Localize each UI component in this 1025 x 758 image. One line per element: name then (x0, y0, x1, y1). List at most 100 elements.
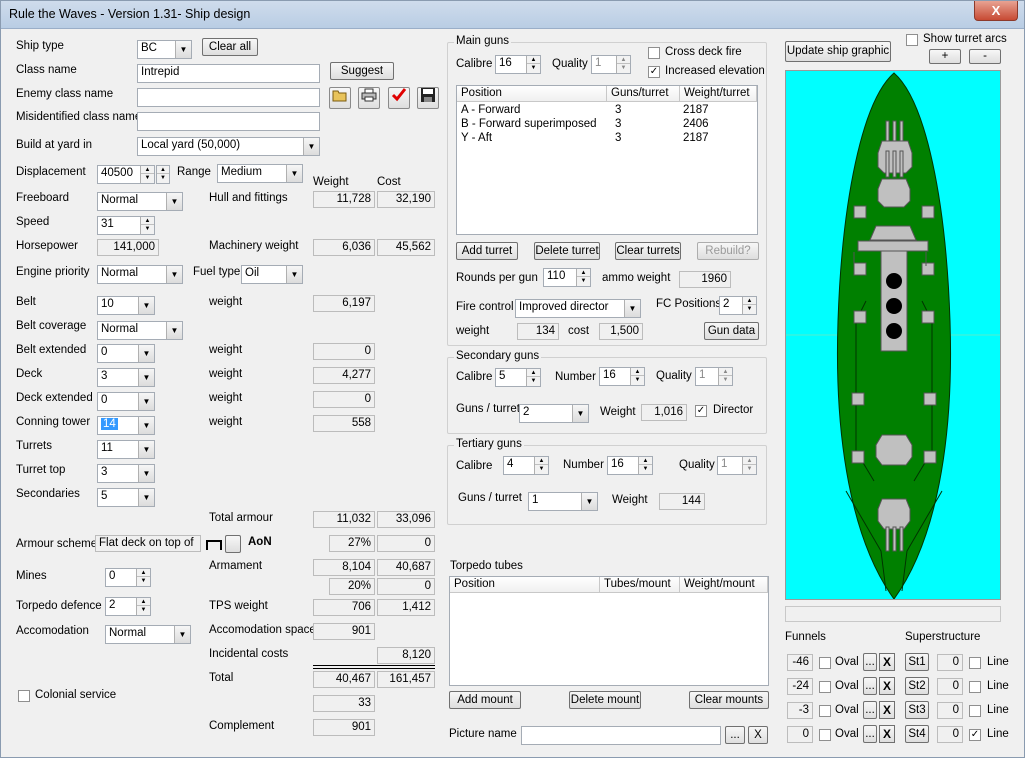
spin-arrows-icon[interactable]: ▲ ▼ (140, 217, 154, 234)
oval-checkbox[interactable] (819, 705, 831, 717)
funnel-options-button[interactable]: ... (863, 725, 877, 743)
fuel-type-select[interactable]: Oil ▼ (241, 265, 303, 284)
delete-turret-button[interactable]: Delete turret (534, 242, 600, 260)
freeboard-select[interactable]: Normal ▼ (97, 192, 183, 211)
torpedo-list[interactable]: Position Tubes/mount Weight/mount (449, 576, 769, 686)
torpedo-defence-spinner[interactable]: 2 ▲ ▼ (105, 597, 151, 616)
st3-value[interactable]: 0 (937, 702, 963, 719)
belt-extended-select[interactable]: 0 ▼ (97, 344, 155, 363)
torpedo-header-position[interactable]: Position (450, 577, 600, 593)
turret-top-select[interactable]: 3 ▼ (97, 464, 155, 483)
ship-type-select[interactable]: BC ▼ (137, 40, 192, 59)
sec-number-spinner[interactable]: 16 ▲ ▼ (599, 367, 645, 386)
funnel-position[interactable]: 0 (787, 726, 813, 743)
spin-arrows-icon[interactable]: ▲ ▼ (534, 457, 548, 474)
print-icon[interactable] (358, 87, 380, 109)
funnel-options-button[interactable]: ... (863, 653, 877, 671)
belt-coverage-select[interactable]: Normal ▼ (97, 321, 183, 340)
st2-value[interactable]: 0 (937, 678, 963, 695)
st1-button[interactable]: St1 (905, 653, 929, 671)
oval-checkbox[interactable] (819, 729, 831, 741)
torpedo-header-tubes[interactable]: Tubes/mount (600, 577, 680, 593)
accomodation-select[interactable]: Normal ▼ (105, 625, 191, 644)
sec-quality-spinner[interactable]: 1 ▲ ▼ (695, 367, 733, 386)
cross-deck-checkbox[interactable] (648, 47, 660, 59)
zoom-out-button[interactable]: - (969, 49, 1001, 64)
main-guns-list[interactable]: Position Guns/turret Weight/turret A - F… (456, 85, 758, 235)
spin-arrows-icon[interactable]: ▲ ▼ (616, 56, 630, 73)
funnel-position[interactable]: -3 (787, 702, 813, 719)
st3-button[interactable]: St3 (905, 701, 929, 719)
st4-value[interactable]: 0 (937, 726, 963, 743)
misidentified-input[interactable] (137, 112, 320, 131)
funnel-options-button[interactable]: ... (863, 677, 877, 695)
director-checkbox[interactable]: ✓ (695, 405, 707, 417)
st2-button[interactable]: St2 (905, 677, 929, 695)
line-checkbox[interactable] (969, 705, 981, 717)
spin-arrows-icon[interactable]: ▲ ▼ (718, 368, 732, 385)
spin-arrows-icon[interactable]: ▲ ▼ (742, 457, 756, 474)
increased-elevation-checkbox[interactable]: ✓ (648, 66, 660, 78)
clear-turrets-button[interactable]: Clear turrets (615, 242, 681, 260)
funnel-position[interactable]: -24 (787, 678, 813, 695)
ter-guns-turret-select[interactable]: 1 ▼ (528, 492, 598, 511)
ship-graphic-canvas[interactable] (785, 70, 1001, 600)
funnel-delete-button[interactable]: X (879, 653, 895, 671)
speed-spinner[interactable]: 31 ▲ ▼ (97, 216, 155, 235)
conning-tower-select[interactable]: 14 ▼ (97, 416, 155, 435)
enemy-class-input[interactable] (137, 88, 320, 107)
graphic-scrollbar[interactable] (785, 606, 1001, 622)
picture-name-input[interactable] (521, 726, 721, 745)
ter-calibre-spinner[interactable]: 4 ▲ ▼ (503, 456, 549, 475)
funnel-delete-button[interactable]: X (879, 725, 895, 743)
displacement-spinner[interactable]: 40500 ▲ ▼ (97, 165, 155, 184)
turret-row-position[interactable]: Y - Aft (461, 132, 492, 144)
sec-guns-turret-select[interactable]: 2 ▼ (519, 404, 589, 423)
spin-arrows-icon[interactable]: ▲ ▼ (526, 56, 540, 73)
rebuild-button[interactable]: Rebuild? (697, 242, 759, 260)
line-checkbox[interactable] (969, 657, 981, 669)
clear-all-button[interactable]: Clear all (202, 38, 258, 56)
main-list-header-position[interactable]: Position (457, 86, 607, 102)
funnel-options-button[interactable]: ... (863, 701, 877, 719)
spin-arrows-icon[interactable]: ▲ ▼ (136, 569, 150, 586)
spin-arrows-icon[interactable]: ▲ ▼ (136, 598, 150, 615)
close-button[interactable]: X (974, 1, 1018, 21)
funnel-position[interactable]: -46 (787, 654, 813, 671)
displacement-fine-spin[interactable]: ▲ ▼ (156, 165, 170, 184)
spin-arrows-icon[interactable]: ▲ ▼ (742, 297, 756, 314)
spin-arrows-icon[interactable]: ▲ ▼ (638, 457, 652, 474)
zoom-in-button[interactable]: + (929, 49, 961, 64)
suggest-button[interactable]: Suggest (330, 62, 394, 80)
spin-arrows-icon[interactable]: ▲ ▼ (526, 369, 540, 386)
picture-browse-button[interactable]: ... (725, 726, 745, 744)
main-calibre-spinner[interactable]: 16 ▲ ▼ (495, 55, 541, 74)
turret-row-position[interactable]: A - Forward (461, 104, 520, 116)
checkmark-icon[interactable] (388, 87, 410, 109)
build-yard-select[interactable]: Local yard (50,000) ▼ (137, 137, 320, 156)
secondaries-select[interactable]: 5 ▼ (97, 488, 155, 507)
funnel-delete-button[interactable]: X (879, 677, 895, 695)
show-turret-arcs-checkbox[interactable] (906, 34, 918, 46)
add-turret-button[interactable]: Add turret (456, 242, 518, 260)
gun-data-button[interactable]: Gun data (704, 322, 759, 340)
deck-select[interactable]: 3 ▼ (97, 368, 155, 387)
spin-arrows-icon[interactable]: ▲ ▼ (576, 269, 590, 286)
funnel-delete-button[interactable]: X (879, 701, 895, 719)
engine-priority-select[interactable]: Normal ▼ (97, 265, 183, 284)
armour-scheme-button[interactable] (225, 535, 241, 553)
ter-number-spinner[interactable]: 16 ▲ ▼ (607, 456, 653, 475)
ter-quality-spinner[interactable]: 1 ▲ ▼ (717, 456, 757, 475)
spin-arrows-icon[interactable]: ▲ ▼ (630, 368, 644, 385)
spin-arrows-icon[interactable]: ▲ ▼ (140, 166, 154, 183)
turret-row-position[interactable]: B - Forward superimposed (461, 118, 597, 130)
oval-checkbox[interactable] (819, 657, 831, 669)
add-mount-button[interactable]: Add mount (449, 691, 521, 709)
class-name-input[interactable]: Intrepid (137, 64, 320, 83)
update-ship-graphic-button[interactable]: Update ship graphic (785, 41, 891, 62)
st4-button[interactable]: St4 (905, 725, 929, 743)
main-quality-spinner[interactable]: 1 ▲ ▼ (591, 55, 631, 74)
range-select[interactable]: Medium ▼ (217, 164, 303, 183)
open-folder-icon[interactable] (329, 87, 351, 109)
main-list-header-weight[interactable]: Weight/turret (680, 86, 757, 102)
